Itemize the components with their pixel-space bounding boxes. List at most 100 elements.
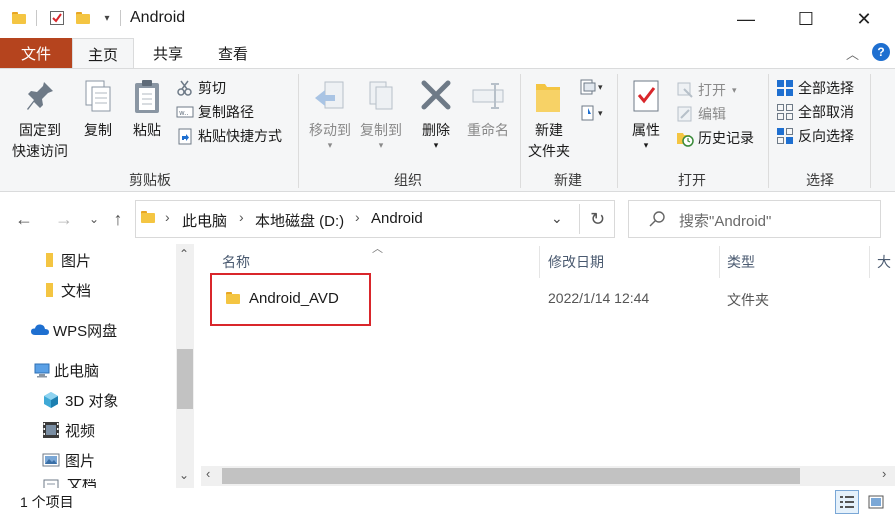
select-none-button[interactable]: 全部取消: [776, 100, 854, 124]
nav-item-documents-quick[interactable]: 文档: [0, 275, 175, 305]
column-header-name[interactable]: 名称: [222, 252, 250, 272]
new-item-button[interactable]: ▾: [580, 78, 608, 100]
column-header-type[interactable]: 类型: [727, 252, 755, 272]
forward-button[interactable]: →: [50, 206, 78, 232]
easy-access-button[interactable]: ▾: [580, 104, 608, 126]
chevron-right-icon[interactable]: ›: [355, 209, 360, 225]
svg-text:▾: ▾: [598, 83, 603, 93]
pin-to-quick-access-button[interactable]: 固定到 快速访问: [8, 78, 72, 162]
nav-item-videos[interactable]: 视频: [0, 415, 175, 445]
scroll-down-icon[interactable]: ⌄: [179, 468, 189, 482]
move-to-button[interactable]: 移动到 ▾: [304, 78, 356, 150]
nav-item-pictures[interactable]: 图片: [0, 445, 175, 475]
select-group-label: 选择: [806, 172, 834, 188]
clipboard-group-label: 剪贴板: [129, 172, 171, 188]
scroll-right-icon[interactable]: ›: [882, 466, 886, 481]
properties-label: 属性: [632, 122, 660, 138]
copy-to-label: 复制到: [360, 122, 402, 138]
nav-item-label: 视频: [65, 422, 96, 440]
nav-item-label: 3D 对象: [65, 392, 119, 410]
details-view-button[interactable]: [835, 490, 859, 514]
dropdown-icon: ▾: [643, 140, 649, 150]
back-button[interactable]: ←: [10, 206, 38, 232]
large-icons-view-icon: [868, 495, 884, 509]
chevron-right-icon[interactable]: ›: [239, 209, 244, 225]
scroll-left-icon[interactable]: ‹: [206, 466, 210, 481]
divider: [768, 74, 769, 188]
properties-button[interactable]: 属性 ▾: [624, 78, 668, 150]
delete-button[interactable]: 删除 ▾: [416, 78, 456, 150]
tab-view[interactable]: 查看: [202, 38, 264, 68]
scroll-up-icon[interactable]: ⌃: [179, 247, 189, 261]
copy-to-icon: [364, 78, 398, 116]
select-none-label: 全部取消: [798, 104, 854, 120]
status-item-count: 1 个项目: [20, 494, 74, 510]
refresh-button[interactable]: ↻: [579, 204, 615, 234]
breadcrumb-android[interactable]: Android: [371, 210, 423, 227]
nav-item-label: 图片: [65, 452, 96, 470]
breadcrumb-local-disk[interactable]: 本地磁盘 (D:): [255, 210, 344, 231]
history-button[interactable]: 历史记录: [676, 126, 754, 150]
3d-objects-icon: [42, 391, 60, 409]
dropdown-icon: ▾: [433, 140, 439, 150]
new-folder-button[interactable]: 新建 文件夹: [524, 78, 574, 162]
tab-share[interactable]: 共享: [138, 38, 198, 68]
nav-item-label: 此电脑: [54, 362, 100, 380]
nav-item-wps-cloud[interactable]: WPS网盘: [0, 315, 175, 345]
maximize-button[interactable]: ☐: [782, 0, 830, 38]
invert-selection-button[interactable]: 反向选择: [776, 124, 854, 148]
divider: [120, 10, 121, 26]
close-button[interactable]: ✕: [840, 0, 888, 38]
open-group-label: 打开: [678, 172, 706, 188]
folder-icon: [42, 281, 60, 299]
nav-scroll-thumb[interactable]: [177, 349, 193, 409]
minimize-button[interactable]: —: [722, 0, 770, 38]
rename-button[interactable]: 重命名: [462, 78, 514, 141]
paste-shortcut-button[interactable]: 粘贴快捷方式: [176, 124, 282, 148]
recent-locations-button[interactable]: ⌄: [84, 206, 104, 232]
dropdown-icon: ▾: [732, 84, 737, 95]
nav-item-label: 文档: [67, 479, 98, 488]
new-folder-label-2: 文件夹: [528, 143, 570, 159]
help-icon[interactable]: ?: [872, 43, 890, 61]
edit-button[interactable]: 编辑: [676, 102, 754, 126]
divider: [869, 246, 870, 278]
new-folder-label-1: 新建: [535, 122, 563, 138]
collapse-ribbon-icon[interactable]: ︿: [846, 44, 859, 63]
breadcrumb-this-pc[interactable]: 此电脑: [182, 210, 227, 231]
column-header-modified[interactable]: 修改日期: [548, 252, 604, 272]
copy-button[interactable]: 复制: [78, 78, 118, 141]
dropdown-icon: ▾: [327, 140, 333, 150]
tab-home[interactable]: 主页: [72, 38, 134, 69]
video-icon: [42, 421, 60, 439]
cloud-icon: [30, 321, 49, 339]
select-all-label: 全部选择: [798, 80, 854, 96]
nav-item-label: WPS网盘: [53, 322, 118, 340]
chevron-right-icon[interactable]: ›: [165, 209, 170, 225]
nav-item-documents-clipped[interactable]: 文档: [0, 479, 175, 488]
copy-path-button[interactable]: w.. 复制路径: [176, 100, 282, 124]
copy-to-button[interactable]: 复制到 ▾: [356, 78, 406, 150]
paste-label: 粘贴: [133, 122, 161, 138]
nav-item-pictures-quick[interactable]: 图片: [0, 245, 175, 275]
nav-item-3d-objects[interactable]: 3D 对象: [0, 385, 175, 415]
paste-button[interactable]: 粘贴: [126, 78, 168, 141]
hscroll-thumb[interactable]: [222, 468, 800, 484]
up-button[interactable]: ↑: [106, 206, 130, 232]
large-icons-view-button[interactable]: [864, 490, 888, 514]
window-title: Android: [130, 9, 186, 26]
nav-item-this-pc[interactable]: 此电脑: [0, 355, 175, 385]
cut-button[interactable]: 剪切: [176, 76, 282, 100]
document-icon: [42, 479, 60, 488]
address-history-dropdown-icon[interactable]: ⌄: [551, 210, 563, 227]
tab-file[interactable]: 文件: [0, 38, 72, 68]
open-button[interactable]: 打开 ▾: [676, 78, 754, 102]
select-all-button[interactable]: 全部选择: [776, 76, 854, 100]
customize-quick-access-icon[interactable]: ▾: [98, 9, 116, 27]
new-folder-quick-icon[interactable]: [74, 9, 92, 27]
history-label: 历史记录: [698, 130, 754, 146]
organize-group-label: 组织: [394, 172, 422, 188]
column-header-size[interactable]: 大: [877, 252, 891, 272]
computer-icon: [33, 361, 51, 379]
properties-quick-icon[interactable]: [48, 9, 66, 27]
